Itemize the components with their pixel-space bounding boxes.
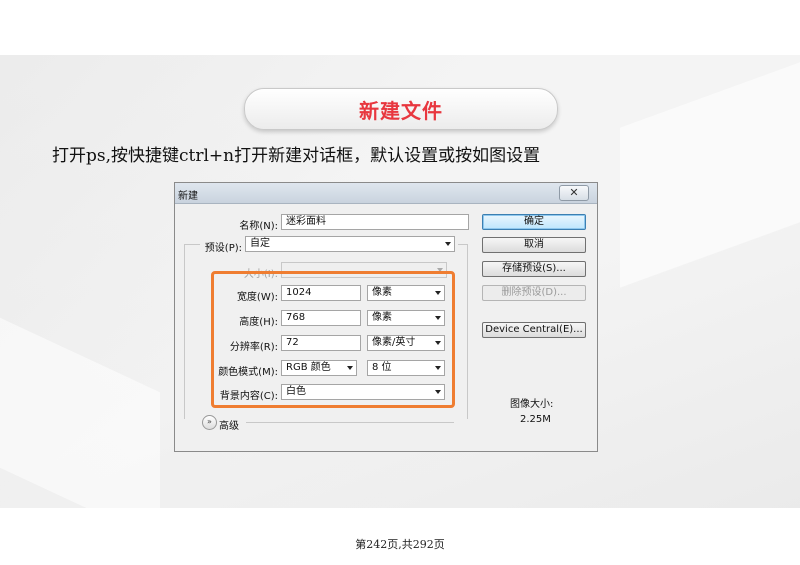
device-central-button[interactable]: Device Central(E)... <box>482 322 586 338</box>
chevron-down-icon <box>445 242 451 246</box>
preset-label: 预设(P): <box>204 243 242 254</box>
advanced-label[interactable]: 高级 <box>219 417 239 432</box>
preset-value: 自定 <box>250 238 270 249</box>
image-size-value: 2.25M <box>520 414 551 425</box>
preset-group-border <box>467 244 468 419</box>
name-label: 名称(N): <box>239 221 278 232</box>
background-facet <box>0 317 160 543</box>
dialog-title: 新建 <box>178 191 198 202</box>
close-icon: ✕ <box>569 186 579 199</box>
ok-button[interactable]: 确定 <box>482 214 586 230</box>
dialog-titlebar[interactable]: 新建 ✕ <box>175 183 597 204</box>
preset-select[interactable]: 自定 <box>245 236 455 252</box>
expand-advanced-icon[interactable]: » <box>202 415 217 430</box>
instruction-text: 打开ps,按快捷键ctrl+n打开新建对话框，默认设置或按如图设置 <box>52 146 541 166</box>
preset-group-border <box>184 244 185 419</box>
cancel-button[interactable]: 取消 <box>482 237 586 253</box>
name-input[interactable]: 迷彩面料 <box>281 214 469 230</box>
background-facet <box>620 62 800 288</box>
settings-highlight-box <box>211 271 455 408</box>
save-preset-button[interactable]: 存储预设(S)... <box>482 261 586 277</box>
close-button[interactable]: ✕ <box>559 185 589 201</box>
slide-title: 新建文件 <box>244 88 558 130</box>
delete-preset-button[interactable]: 删除预设(D)... <box>482 285 586 301</box>
page-footer: 第242页,共292页 <box>355 538 445 551</box>
advanced-divider <box>246 422 454 423</box>
image-size-label: 图像大小: <box>510 399 554 410</box>
